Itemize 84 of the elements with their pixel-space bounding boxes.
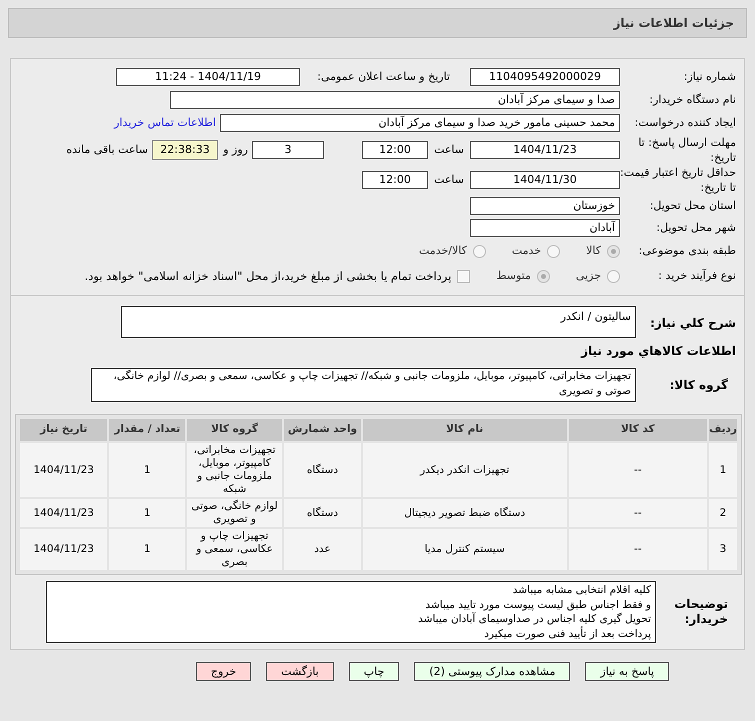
text-field[interactable]: خوزستان <box>470 197 620 215</box>
radio-label: کالا <box>586 243 601 260</box>
radio-label: متوسط <box>496 268 531 284</box>
table-cell: 3 <box>709 529 737 570</box>
text-field[interactable]: 1404/11/30 <box>470 171 620 189</box>
action-button[interactable]: خروج <box>196 662 252 681</box>
field-label: شماره نیاز: <box>682 68 736 85</box>
description-textarea[interactable]: سالیتون / انکدر <box>121 306 636 338</box>
table-cell: تجهیزات مخابراتی، کامپیوتر، موبایل، ملزومات جانبی و شبکه <box>187 443 282 497</box>
text-field[interactable]: محمد حسینی مامور خرید صدا و سیمای مرکز آبادان <box>220 114 620 132</box>
field-label: شرح کلي نياز: <box>649 315 736 332</box>
field-label: نوع فرآیند خرید : <box>657 268 736 284</box>
table-cell: تجهیزات چاپ و عکاسی، سمعی و بصری <box>187 529 282 570</box>
table-cell: 2 <box>709 499 737 527</box>
notes-line: و فقط اجناس طبق لیست پیوست مورد تایید میباشد <box>424 598 651 612</box>
field-label: ساعت باقی مانده <box>65 142 148 158</box>
countdown-field: 22:38:33 <box>152 140 218 160</box>
text-field[interactable]: 1104095492000029 <box>470 68 620 86</box>
field-label: طبقه بندی موضوعی: <box>638 243 736 260</box>
text-field[interactable]: 1404/11/23 <box>470 141 620 159</box>
action-button[interactable]: بازگشت <box>266 662 334 681</box>
text-field[interactable]: 1404/11/19 - 11:24 <box>116 68 300 86</box>
table-cell: -- <box>568 529 708 570</box>
field-label: نام دستگاه خریدار: <box>648 92 736 108</box>
field-label: ساعت <box>433 142 464 158</box>
radio-button[interactable] <box>547 245 560 258</box>
checkbox[interactable] <box>457 270 470 283</box>
field-label: حداقل تاریخ اعتبار قیمت: تا تاریخ: <box>620 165 736 195</box>
table-cell: -- <box>568 443 708 497</box>
action-button[interactable]: چاپ <box>348 662 400 681</box>
notes-line: کلیه اقلام انتخابی مشابه میباشد <box>512 583 651 598</box>
column-header: تعداد / مقدار <box>109 419 186 441</box>
field-label: تاریخ و ساعت اعلان عمومی: <box>316 68 450 85</box>
group-textarea[interactable]: تجهیزات مخابراتی، کامپیوتر، موبایل، ملزومات جانبی و شبکه// تجهیزات چاپ و عکاسی، سمعی و بصری// لوازم خانگی، صوتی و تصویری <box>91 368 636 402</box>
notes-line: تحویل گیری کلیه اجناس در صداوسیمای آبادان میباشد <box>417 612 651 626</box>
column-header: نام کالا <box>362 419 567 441</box>
field-label: استان محل تحویل: <box>648 198 736 214</box>
text-field[interactable]: صدا و سیمای مرکز آبادان <box>170 91 620 109</box>
table-cell: دستگاه <box>284 443 361 497</box>
table-cell: 1404/11/23 <box>20 499 108 527</box>
field-label: گروه کالا: <box>668 377 729 394</box>
table-cell: تجهیزات انکدر دیکدر <box>362 443 567 497</box>
payment-note: پرداخت تمام یا بخشی از مبلغ خرید،از محل "اسناد خزانه اسلامی" خواهد بود. <box>84 268 452 285</box>
table-cell: -- <box>568 499 708 527</box>
table-cell: 1 <box>709 443 737 497</box>
section-title: اطلاعات کالاهاي مورد نياز <box>580 343 736 360</box>
table-cell: 1404/11/23 <box>20 529 108 570</box>
table-cell: دستگاه <box>284 499 361 527</box>
field-label: توضیحات خریدار: <box>673 597 729 627</box>
text-field[interactable]: 3 <box>252 141 324 159</box>
column-header: ردیف <box>709 419 737 441</box>
table-cell: 1 <box>109 529 186 570</box>
text-field[interactable]: آبادان <box>470 219 620 237</box>
column-header: کد کالا <box>568 419 708 441</box>
notes-textarea[interactable]: کلیه اقلام انتخابی مشابه میباشد و فقط اجناس طبق لیست پیوست مورد تایید میباشد تحویل گیری کلیه اجناس در صداوسیمای آبادان میباشد پرداخت بعد از تأیید فنی صورت میکیرد <box>46 581 656 643</box>
radio-label: کالا/خدمت <box>419 243 467 260</box>
text-field[interactable]: 12:00 <box>362 171 428 189</box>
page-title: جزئیات اطلاعات نیاز <box>613 15 734 32</box>
notes-line: پرداخت بعد از تأیید فنی صورت میکیرد <box>483 626 651 641</box>
radio-label: جزیی <box>576 268 601 284</box>
radio-button[interactable] <box>607 270 620 283</box>
radio-button[interactable] <box>607 245 620 258</box>
field-label: شهر محل تحویل: <box>655 220 736 236</box>
action-button[interactable]: پاسخ به نیاز <box>585 662 670 681</box>
field-label: ایجاد کننده درخواست: <box>634 114 736 131</box>
radio-button[interactable] <box>536 270 550 283</box>
radio-button[interactable] <box>472 245 486 258</box>
field-label: روز و <box>222 142 248 158</box>
column-header: واحد شمارش <box>284 419 361 441</box>
action-button[interactable]: مشاهده مدارک پیوستی (2) <box>414 662 570 681</box>
contact-link[interactable]: اطلاعات تماس خریدار <box>114 114 216 132</box>
field-label: مهلت ارسال پاسخ: تا تاریخ: <box>637 135 736 165</box>
radio-label: خدمت <box>512 243 542 260</box>
text-field[interactable]: 12:00 <box>362 141 428 159</box>
column-header: تاریخ نیاز <box>20 419 108 441</box>
table-cell: 1 <box>109 499 186 527</box>
field-label: ساعت <box>433 172 464 188</box>
table-cell: 1 <box>109 443 186 497</box>
table-cell: عدد <box>284 529 361 570</box>
table-cell: 1404/11/23 <box>20 443 108 497</box>
table-cell: سیستم کنترل مدیا <box>362 529 567 570</box>
column-header: گروه کالا <box>187 419 282 441</box>
table-cell: دستگاه ضبط تصویر دیجیتال <box>362 499 567 527</box>
table-cell: لوازم خانگی، صوتی و تصویری <box>187 499 282 527</box>
